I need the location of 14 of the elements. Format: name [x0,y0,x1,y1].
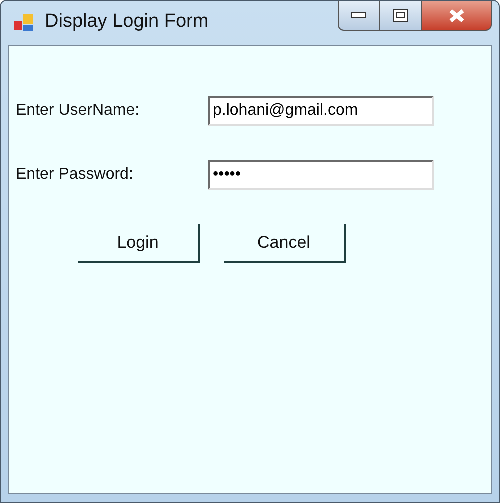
input-field[interactable]: ••••• [208,160,434,190]
field-label: Enter UserName: [16,101,141,121]
minimize-icon [351,12,367,20]
input-field[interactable]: p.lohani@gmail.com [208,96,434,126]
field-label: Enter Password: [16,165,134,185]
close-button[interactable] [422,1,492,31]
window-title: Display Login Form [45,10,209,34]
form-button[interactable]: Cancel [224,224,346,263]
minimize-button[interactable] [338,1,380,31]
maximize-button[interactable] [380,1,422,31]
app-icon [13,12,35,34]
close-icon [448,8,466,22]
form-button[interactable]: Login [78,224,200,263]
maximize-icon [392,8,408,22]
